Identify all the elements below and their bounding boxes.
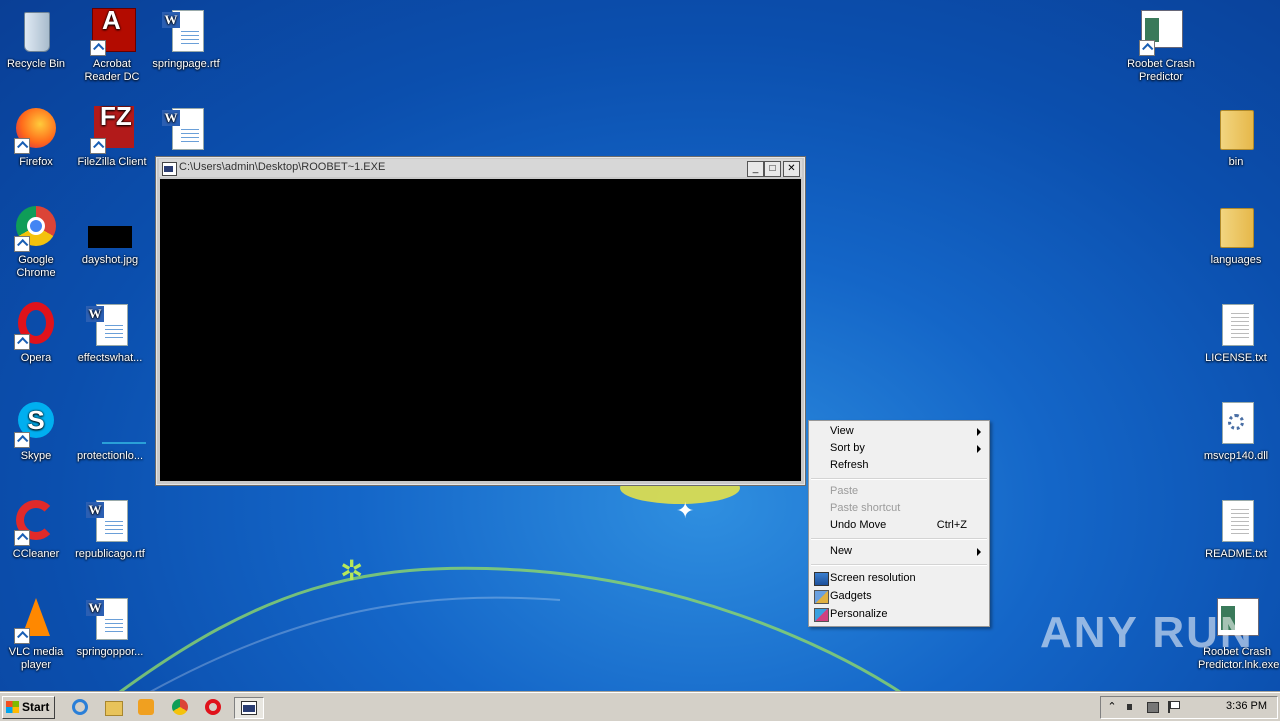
menu-item-view[interactable]: View [811, 423, 987, 440]
menu-item-undo-move[interactable]: Undo Move Ctrl+Z [811, 517, 987, 534]
desktop-icon-springoppor[interactable]: W springoppor... [74, 596, 146, 659]
chrome-icon[interactable] [170, 697, 190, 717]
console-icon [241, 701, 257, 715]
menu-item-refresh[interactable]: Refresh [811, 457, 987, 474]
media-player-icon[interactable] [136, 697, 156, 717]
menu-item-personalize[interactable]: Personalize [811, 606, 987, 623]
menu-separator [811, 478, 987, 480]
ccleaner-icon [12, 498, 60, 546]
acrobat-icon: A [88, 7, 136, 56]
internet-explorer-icon[interactable] [70, 697, 90, 717]
word-document-icon: W [86, 596, 134, 644]
opera-icon[interactable] [203, 697, 223, 717]
recycle-bin-icon [12, 8, 60, 56]
folder-icon [1212, 204, 1260, 252]
desktop-icon-ccleaner[interactable]: CCleaner [0, 498, 72, 561]
blank-file-icon [86, 400, 146, 448]
text-file-icon [1212, 498, 1260, 546]
firefox-icon [12, 106, 60, 154]
close-button[interactable]: ✕ [783, 161, 800, 177]
chrome-icon [12, 204, 60, 252]
word-document-icon: W [162, 8, 210, 56]
folder-icon [1212, 106, 1260, 154]
opera-icon [12, 302, 60, 350]
desktop-icon-bin-folder[interactable]: bin [1200, 106, 1272, 169]
console-window-title: C:\Users\admin\Desktop\ROOBET~1.EXE [179, 161, 386, 173]
windows-logo-icon [6, 701, 19, 713]
desktop-icon-protectionlo[interactable]: protectionlo... [74, 400, 146, 463]
shortcut-text: Ctrl+Z [936, 519, 967, 531]
submenu-arrow-icon [977, 548, 981, 556]
network-icon[interactable] [1145, 700, 1159, 714]
application-window-icon [1137, 8, 1185, 56]
vlc-icon [12, 596, 60, 644]
svg-text:✲: ✲ [340, 554, 363, 587]
console-output-area[interactable] [160, 179, 801, 481]
minimize-button[interactable]: _ [747, 161, 764, 177]
menu-item-paste[interactable]: Paste [811, 483, 987, 500]
console-taskbar-button[interactable] [234, 697, 264, 719]
desktop-icon-chrome[interactable]: Google Chrome [0, 204, 72, 280]
submenu-arrow-icon [977, 428, 981, 436]
menu-item-gadgets[interactable]: Gadgets [811, 588, 987, 605]
image-file-icon [86, 204, 134, 252]
menu-item-paste-shortcut[interactable]: Paste shortcut [811, 500, 987, 517]
console-titlebar[interactable]: C:\Users\admin\Desktop\ROOBET~1.EXE _ □ … [159, 159, 802, 177]
explorer-icon[interactable] [103, 697, 123, 717]
menu-separator [811, 538, 987, 540]
desktop-icon-republicago[interactable]: W republicago.rtf [74, 498, 146, 561]
word-document-icon: W [162, 106, 210, 154]
desktop-icon-opera[interactable]: Opera [0, 302, 72, 365]
action-center-flag-icon[interactable] [1165, 700, 1180, 714]
desktop-context-menu: View Sort by Refresh Paste Paste shortcu… [808, 420, 990, 627]
maximize-button[interactable]: □ [764, 161, 781, 177]
desktop-icon-effectswhat[interactable]: W effectswhat... [74, 302, 146, 365]
desktop-icon-vlc[interactable]: VLC media player [0, 596, 72, 672]
anyrun-watermark: ANY RUN [1040, 608, 1254, 657]
skype-icon: S [12, 400, 60, 448]
desktop-icon-acrobat[interactable]: A Acrobat Reader DC [76, 7, 148, 84]
show-hidden-icons-icon[interactable]: ⌃ [1105, 700, 1119, 714]
desktop-icon-filezilla[interactable]: FZ FileZilla Client [76, 103, 148, 169]
word-document-icon: W [86, 302, 134, 350]
desktop-icon-skype[interactable]: S Skype [0, 400, 72, 463]
desktop-icon-languages-folder[interactable]: languages [1200, 204, 1272, 267]
desktop-icon-readme[interactable]: README.txt [1200, 498, 1272, 561]
dll-file-icon [1212, 400, 1260, 448]
desktop-icon-license[interactable]: LICENSE.txt [1200, 302, 1272, 365]
menu-item-screen-resolution[interactable]: Screen resolution [811, 570, 987, 587]
desktop-icon-recycle-bin[interactable]: Recycle Bin [0, 8, 72, 71]
desktop-icon-msvcp140[interactable]: msvcp140.dll [1200, 400, 1272, 463]
system-tray: ⌃ 3:36 PM [1100, 696, 1278, 719]
submenu-arrow-icon [977, 445, 981, 453]
text-file-icon [1212, 302, 1260, 350]
console-window[interactable]: C:\Users\admin\Desktop\ROOBET~1.EXE _ □ … [155, 156, 806, 486]
volume-icon[interactable] [1125, 700, 1139, 714]
svg-text:✦: ✦ [676, 499, 694, 524]
filezilla-icon: FZ [88, 103, 136, 154]
word-document-icon: W [86, 498, 134, 546]
personalize-icon [814, 608, 829, 622]
clock[interactable]: 3:36 PM [1226, 700, 1267, 712]
desktop-icon-springpage[interactable]: W springpage.rtf [150, 8, 222, 71]
console-app-icon [162, 162, 177, 176]
menu-item-new[interactable]: New [811, 543, 987, 560]
taskbar: Start ⌃ 3:36 PM [0, 692, 1280, 721]
menu-item-sort-by[interactable]: Sort by [811, 440, 987, 457]
start-button[interactable]: Start [2, 696, 55, 719]
monitor-icon [814, 572, 829, 586]
desktop-icon-firefox[interactable]: Firefox [0, 106, 72, 169]
desktop-icon-roobet-crash-predictor[interactable]: Roobet Crash Predictor [1124, 8, 1198, 84]
gadgets-icon [814, 590, 829, 604]
menu-separator [811, 564, 987, 566]
desktop-icon-unnamed-doc[interactable]: W [150, 106, 222, 156]
desktop-icon-dayshot[interactable]: dayshot.jpg [74, 204, 146, 267]
